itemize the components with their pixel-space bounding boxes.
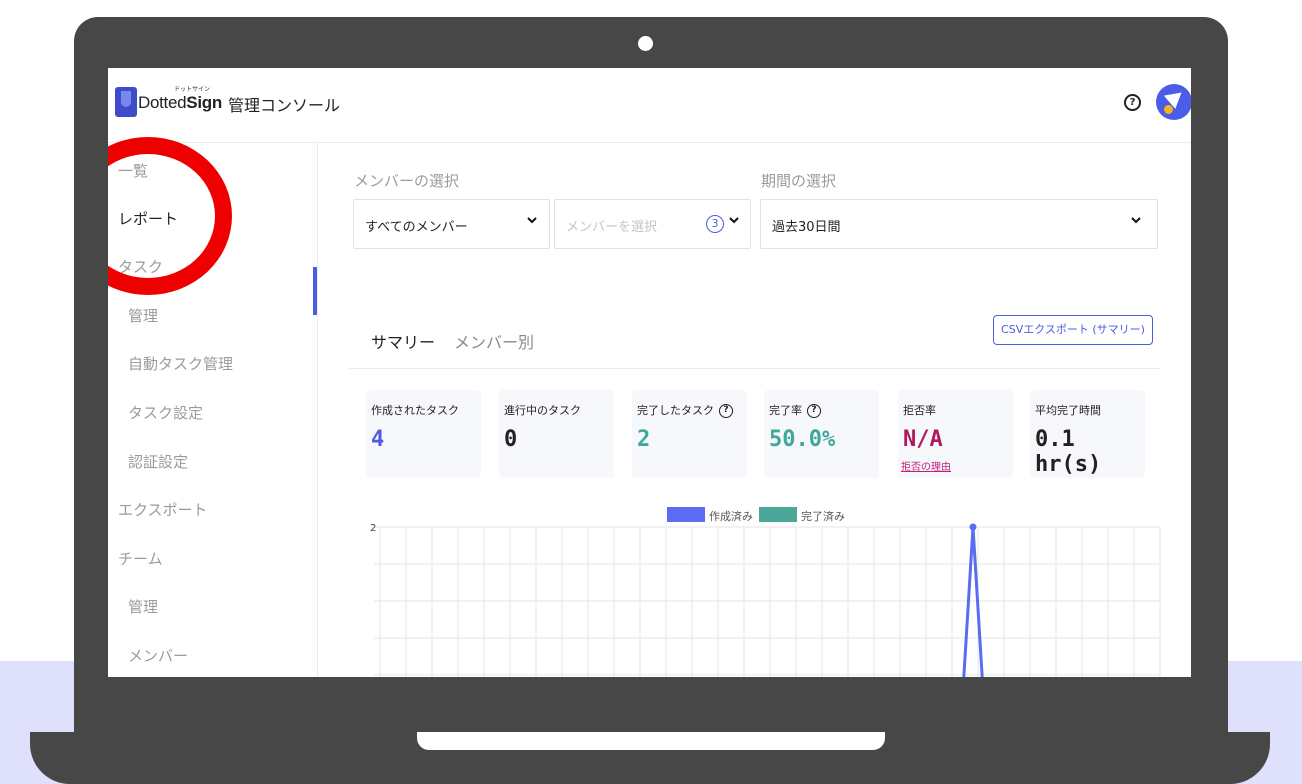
legend-swatch-created [667,507,705,522]
sidebar-item-team[interactable]: チーム [118,548,163,569]
chevron-down-icon [1129,213,1143,227]
legend-swatch-completed [759,507,797,522]
stat-value: 0 [504,427,518,452]
app-logo[interactable]: DottedSign [138,93,222,113]
stat-value: 50.0% [769,427,836,452]
avatar[interactable] [1156,84,1191,120]
laptop-mockup: ドットサイン DottedSign 管理コンソール ? 一覧 レポート タスク … [0,0,1302,784]
tab-by-member[interactable]: メンバー別 [454,329,534,353]
sidebar-item-auto-task[interactable]: 自動タスク管理 [128,353,233,374]
stat-value: 0.1 hr(s) [1035,427,1102,477]
period-select-label: 期間の選択 [761,172,837,190]
y-tick-label: 2 [370,523,376,534]
csv-export-button[interactable]: CSVエクスポート (サマリー) [993,315,1153,345]
question-icon[interactable]: ? [807,404,821,418]
task-line-chart: 2 [370,523,1161,677]
sidebar-item-auth-settings[interactable]: 認証設定 [128,451,188,472]
report-panel: メンバーの選択 期間の選択 すべてのメンバー メンバーを選択 3 過去30日間 … [318,143,1191,677]
active-indicator [313,267,317,315]
camera-dot [638,36,653,51]
member-picker-placeholder: メンバーを選択 [566,220,658,235]
stat-label: 完了したタスク [637,404,714,417]
app-screen: ドットサイン DottedSign 管理コンソール ? 一覧 レポート タスク … [108,68,1191,677]
pen-logo-icon [115,87,137,117]
page-title: 管理コンソール [228,96,341,115]
top-bar: ドットサイン DottedSign 管理コンソール ? [108,68,1191,143]
sidebar-item-team-manage[interactable]: 管理 [128,596,158,617]
legend-label-completed: 完了済み [801,510,845,523]
stat-label: 作成されたタスク [371,404,459,417]
question-icon[interactable]: ? [719,404,733,418]
stat-card-completion-rate: 完了率? 50.0% [764,390,879,478]
chevron-down-icon [525,213,539,227]
stat-label: 平均完了時間 [1035,404,1101,417]
sidebar-item-export[interactable]: エクスポート [118,499,208,520]
sidebar-item-task-settings[interactable]: タスク設定 [128,402,203,423]
stat-card-rejection-rate: 拒否率 N/A 拒否の理由 [898,390,1013,478]
tab-summary[interactable]: サマリー [371,329,435,353]
legend-label-created: 作成済み [709,510,753,523]
stat-card-in-progress: 進行中のタスク 0 [499,390,614,478]
logo-kana: ドットサイン [174,86,211,93]
member-scope-value: すべてのメンバー [365,220,468,235]
stat-label-wrap: 完了したタスク? [637,402,733,418]
stat-label: 進行中のタスク [504,404,581,417]
member-scope-select[interactable]: すべてのメンバー [353,199,550,249]
logo-text-light: Dotted [138,93,187,112]
member-select-label: メンバーの選択 [354,172,460,190]
stat-value: N/A [903,427,943,452]
logo-text-bold: Sign [186,93,222,112]
sidebar-item-members[interactable]: メンバー [128,645,188,666]
stat-value: 4 [371,427,385,452]
stat-label: 完了率 [769,404,802,417]
sidebar-item-task-manage[interactable]: 管理 [128,305,158,326]
stat-value: 2 [637,427,651,452]
stat-card-created: 作成されたタスク 4 [366,390,481,478]
stat-card-avg-time: 平均完了時間 0.1 hr(s) [1030,390,1145,478]
period-select[interactable]: 過去30日間 [760,199,1158,249]
rejection-reason-link[interactable]: 拒否の理由 [901,458,951,473]
series-line-created [962,526,984,677]
stat-card-completed: 完了したタスク? 2 [632,390,747,478]
chevron-down-icon [727,213,741,227]
data-point-peak [969,523,977,531]
stat-label-wrap: 完了率? [769,402,821,418]
tabs-divider [349,368,1160,369]
help-icon[interactable]: ? [1124,94,1141,111]
member-picker-select[interactable]: メンバーを選択 3 [554,199,751,249]
laptop-notch [417,732,885,750]
period-value: 過去30日間 [772,220,841,235]
stat-label: 拒否率 [903,404,936,417]
member-count-badge: 3 [706,215,724,233]
